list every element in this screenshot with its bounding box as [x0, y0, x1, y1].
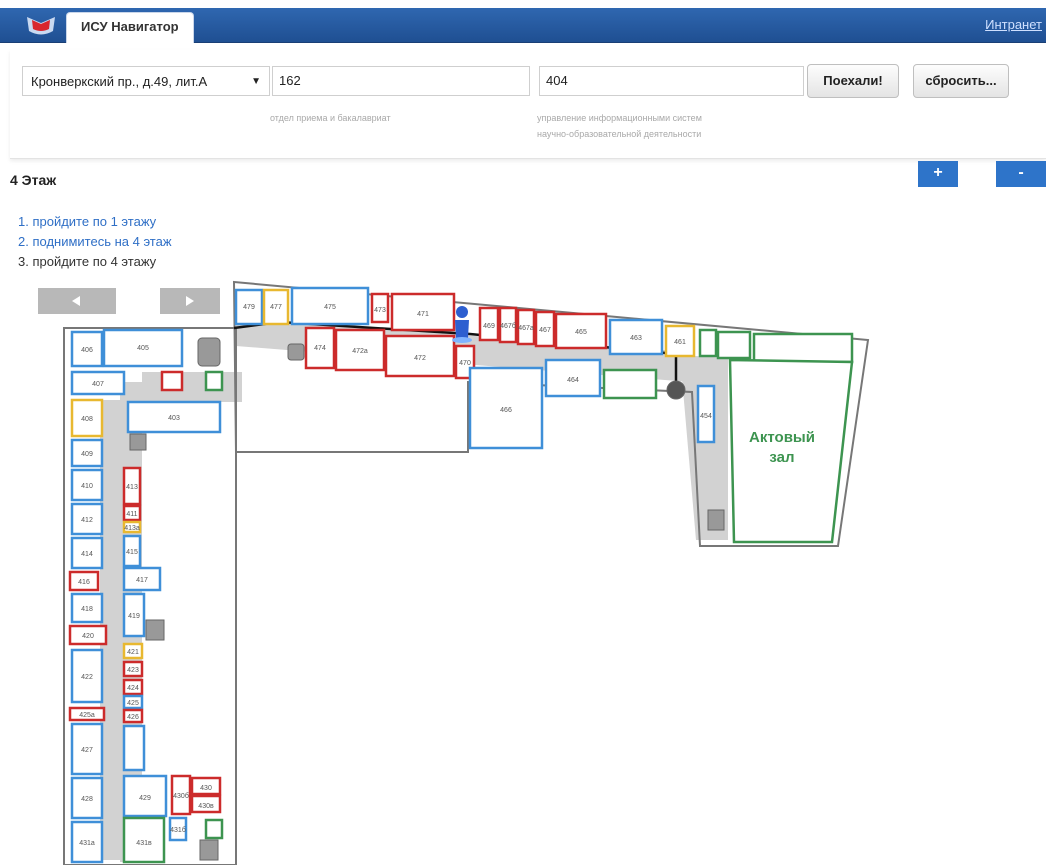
route-steps: 1. пройдите по 1 этажу 2. поднимитесь на… [18, 212, 172, 272]
room-label: 477 [270, 304, 282, 311]
room-label: 469 [483, 323, 495, 330]
room-label: 466 [500, 407, 512, 414]
room-label: 428 [81, 796, 93, 803]
zoom-in-button[interactable]: + [918, 161, 958, 187]
room-label: 454 [700, 413, 712, 420]
app-logo-icon [27, 17, 55, 35]
room-label: 413а [124, 525, 140, 532]
room-label: 409 [81, 451, 93, 458]
room-label: 419 [128, 613, 140, 620]
room-457 [716, 330, 752, 360]
room-label: 408 [81, 416, 93, 423]
room-wc-east [602, 368, 658, 400]
room-label: 471 [417, 311, 429, 318]
room-label: 463 [630, 335, 642, 342]
room-label: 421 [127, 649, 139, 656]
room-label: 464 [567, 377, 579, 384]
room-label: 418 [81, 606, 93, 613]
route-step[interactable]: 3. пройдите по 4 этажу [18, 252, 172, 272]
to-room-hint-line2: научно-образовательной деятельности [537, 129, 702, 139]
room-label: 403 [168, 415, 180, 422]
room-label: 431в [136, 840, 152, 847]
room-group-west [68, 328, 224, 864]
room-label: 473 [374, 307, 386, 314]
room-label: 461 [674, 339, 686, 346]
room-red-small [160, 370, 184, 392]
room-label: 420 [82, 633, 94, 640]
room-wc-west2 [204, 818, 224, 840]
app-tab[interactable]: ИСУ Навигатор [66, 12, 194, 43]
map-scroll-left-button[interactable] [38, 288, 116, 314]
room-label: 430в [198, 803, 214, 810]
room-label: 413 [126, 484, 138, 491]
route-search-panel: Кронверкский пр., д.49, лит.А ▼ 162 404 … [10, 50, 1046, 159]
room-label: 417 [136, 577, 148, 584]
room-label: 467а [518, 325, 534, 332]
room-label: 474 [314, 345, 326, 352]
from-room-hint: отдел приема и бакалавриат [270, 113, 391, 123]
floor-map[interactable]: 479 477 475 473 471 469 467б 467а 467 46… [0, 270, 1046, 865]
floor-title: 4 Этаж [10, 172, 57, 188]
route-step[interactable]: 1. пройдите по 1 этажу [18, 212, 172, 232]
room-426b [122, 724, 146, 772]
room-label: 405 [137, 345, 149, 352]
room-label: 475 [324, 304, 336, 311]
room-label: 426 [127, 714, 139, 721]
room-label: 407 [92, 381, 104, 388]
hall-label-line1: Актовый [749, 429, 815, 446]
chevron-down-icon: ▼ [251, 76, 261, 87]
room-label: 430 [200, 785, 212, 792]
building-select-value: Кронверкский пр., д.49, лит.А [31, 74, 208, 89]
room-label: 423 [127, 667, 139, 674]
route-step[interactable]: 2. поднимитесь на 4 этаж [18, 232, 172, 252]
to-room-input[interactable]: 404 [539, 66, 804, 96]
to-room-hint: управление информационными систем научно… [537, 110, 807, 142]
go-button[interactable]: Поехали! [807, 64, 899, 98]
from-room-input[interactable]: 162 [272, 66, 530, 96]
room-label: 472 [414, 355, 426, 362]
room-label: 467 [539, 327, 551, 334]
room-label: 430б [173, 792, 189, 800]
room-label: 425а [79, 712, 95, 719]
room-label: 422 [81, 674, 93, 681]
room-wc-west1 [204, 370, 224, 392]
building-select[interactable]: Кронверкский пр., д.49, лит.А ▼ [22, 66, 270, 96]
room-label: 415 [126, 549, 138, 556]
room-label: 416 [78, 579, 90, 586]
room-label: 429 [139, 795, 151, 802]
room-label: 472а [352, 348, 368, 355]
room-label: 425 [127, 700, 139, 707]
room-label: 431б [170, 826, 186, 834]
room-label: 424 [127, 685, 139, 692]
room-label: 465 [575, 329, 587, 336]
room-455 [752, 332, 854, 364]
map-scroll-right-button[interactable] [160, 288, 220, 314]
room-459 [698, 328, 718, 358]
reset-button[interactable]: сбросить... [913, 64, 1009, 98]
top-bar: ИСУ Навигатор Интранет [0, 8, 1046, 43]
room-label: 410 [81, 483, 93, 490]
zoom-out-button[interactable]: - [996, 161, 1046, 187]
room-label: 414 [81, 551, 93, 558]
room-label: 411 [126, 511, 137, 518]
room-label: 470 [459, 360, 471, 367]
room-label: 406 [81, 347, 93, 354]
room-label: 467б [500, 322, 516, 330]
room-label: 412 [81, 517, 93, 524]
to-room-hint-line1: управление информационными систем [537, 113, 702, 123]
room-label: 479 [243, 304, 255, 311]
hall-label-line2: зал [769, 449, 794, 466]
intranet-link[interactable]: Интранет [985, 17, 1042, 32]
room-label: 431а [79, 840, 95, 847]
room-label: 427 [81, 747, 93, 754]
